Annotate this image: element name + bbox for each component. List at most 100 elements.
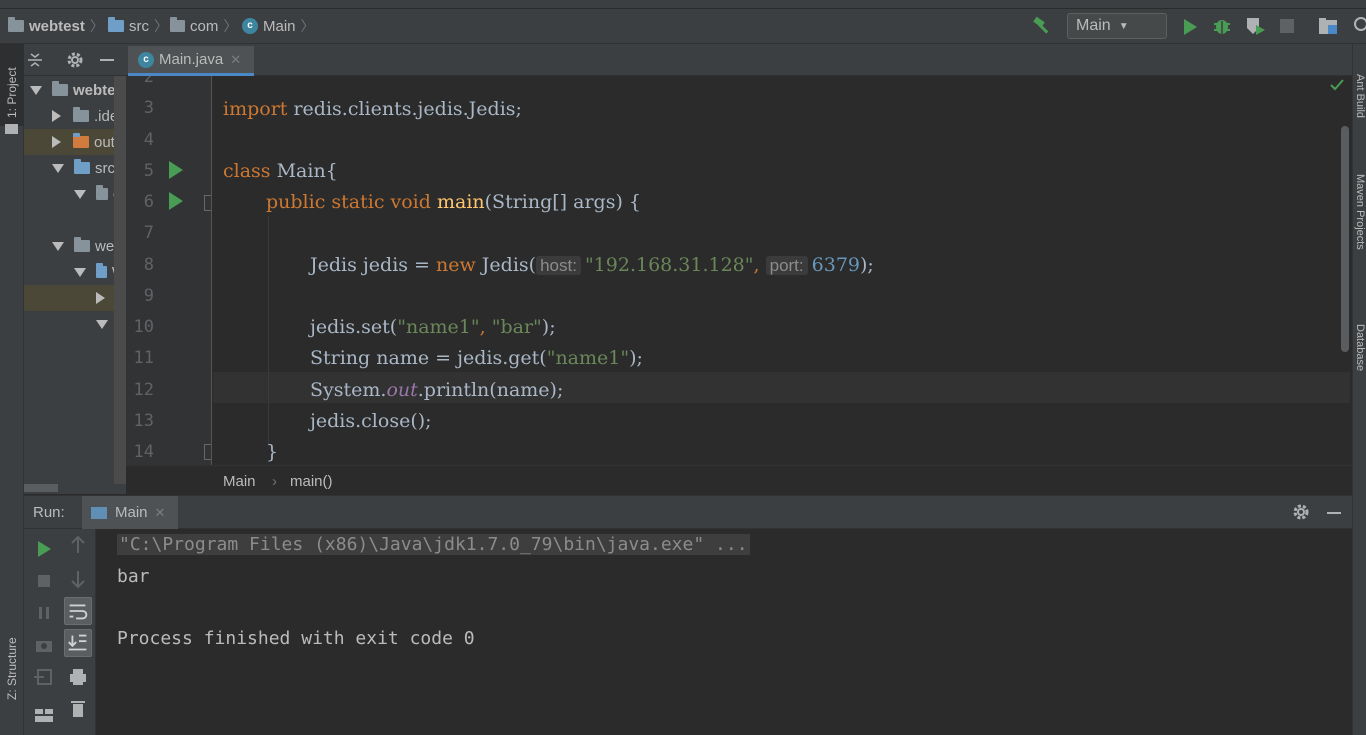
expand-arrow-icon [96, 319, 108, 329]
search-icon[interactable] [1352, 16, 1366, 36]
code-text: } [266, 441, 279, 463]
console-output-line: bar [117, 566, 150, 587]
tree-item-out[interactable]: out [24, 129, 126, 155]
module-folder-icon [52, 81, 68, 96]
rerun-icon[interactable] [30, 535, 58, 563]
chevron-right-icon: › [272, 473, 277, 490]
tree-item-collapsed[interactable] [24, 285, 126, 311]
arrow-up-icon[interactable] [64, 531, 92, 559]
expand-arrow-icon [52, 163, 64, 173]
run-gutter-icon[interactable] [169, 192, 183, 210]
tree-item-label: out [94, 133, 115, 151]
collapse-all-icon[interactable] [27, 52, 43, 68]
source-folder-icon [74, 159, 90, 174]
run-configuration-select[interactable]: Main ▼ [1067, 13, 1167, 39]
fold-marker-icon[interactable] [204, 444, 211, 460]
console-icon [91, 506, 107, 519]
database-tab[interactable]: Database [1354, 324, 1366, 371]
debug-icon[interactable] [1212, 16, 1232, 36]
code-line-8: Jedis jedis = new Jedis(host: "192.168.31… [310, 250, 874, 281]
gear-icon[interactable] [66, 51, 84, 69]
structure-tool-tab[interactable]: Z: Structure [0, 594, 24, 704]
breadcrumb-class[interactable]: Main [223, 473, 256, 490]
code-editor[interactable]: import redis.clients.jedis.Jedis; class … [213, 76, 1350, 465]
collapse-arrow-icon [52, 136, 61, 148]
arrow-down-icon[interactable] [64, 565, 92, 593]
project-tool-tab[interactable]: 1: Project [0, 44, 24, 134]
fold-marker-icon[interactable] [204, 195, 211, 211]
scroll-to-end-toggle[interactable] [64, 629, 92, 657]
build-hammer-icon[interactable] [1032, 16, 1052, 36]
soft-wrap-icon [69, 604, 88, 620]
tree-vertical-scrollbar[interactable] [114, 76, 126, 484]
tree-item-idea[interactable]: .ide [24, 103, 126, 129]
ant-build-tab[interactable]: Ant Build [1354, 74, 1366, 118]
run-panel-title: Run: [33, 504, 65, 521]
editor-scrollbar[interactable] [1341, 126, 1349, 352]
minimize-icon[interactable] [100, 59, 114, 61]
run-gutter-icon[interactable] [169, 161, 183, 179]
right-tool-stripe: Ant Build Maven Projects Database [1352, 44, 1366, 735]
breadcrumb-src[interactable]: src 〉 [108, 16, 168, 36]
tab-main-java[interactable]: c Main.java ✕ [128, 46, 254, 76]
soft-wrap-toggle[interactable] [64, 597, 92, 625]
print-icon[interactable] [64, 663, 92, 691]
package-icon [170, 17, 185, 32]
code-line-11: String name = jedis.get("name1"); [310, 343, 643, 374]
breadcrumb-label: src [129, 17, 149, 35]
import-icon[interactable] [30, 663, 58, 691]
class-icon: c [138, 51, 154, 68]
expand-arrow-icon [52, 241, 64, 251]
run-icon[interactable] [1182, 18, 1198, 36]
maven-projects-tab[interactable]: Maven Projects [1354, 174, 1366, 250]
excluded-folder-icon [73, 133, 89, 148]
folder-icon [73, 107, 89, 122]
tree-item[interactable] [24, 337, 126, 363]
tree-item-main-class[interactable] [24, 207, 126, 233]
pause-icon[interactable] [30, 599, 58, 627]
keyword: new [436, 254, 476, 276]
breadcrumb-method[interactable]: main() [290, 473, 333, 490]
tree-item[interactable] [24, 363, 126, 389]
camera-icon[interactable] [30, 631, 58, 659]
tree-item-web[interactable]: web [24, 233, 126, 259]
close-icon[interactable]: ✕ [230, 52, 241, 68]
breadcrumb-com[interactable]: com 〉 [170, 16, 237, 36]
gear-icon[interactable] [1292, 503, 1310, 521]
inspection-ok-icon[interactable] [1329, 78, 1345, 92]
breadcrumb-webtest[interactable]: webtest 〉 [8, 16, 104, 36]
console-output[interactable]: "C:\Program Files (x86)\Java\jdk1.7.0_79… [96, 529, 1352, 735]
run-panel-header: Run: Main ✕ [24, 495, 1352, 529]
tree-item-expanded[interactable] [24, 311, 126, 337]
trash-icon[interactable] [64, 695, 92, 723]
line-number: 11 [133, 348, 154, 368]
layout-icon[interactable] [30, 701, 58, 729]
run-tab-main[interactable]: Main ✕ [82, 496, 178, 529]
code-text: .println(name); [417, 379, 564, 401]
navigation-bar: webtest 〉 src 〉 com 〉 c Main 〉 Main ▼ [0, 0, 1366, 44]
tab-label: Main.java [159, 51, 224, 68]
line-number: 14 [133, 442, 154, 462]
stop-icon[interactable] [30, 567, 58, 595]
breadcrumb-main[interactable]: c Main 〉 [242, 16, 315, 36]
project-structure-icon[interactable] [1318, 16, 1340, 36]
tree-item-web-inf[interactable]: W [24, 259, 126, 285]
tree-item[interactable] [24, 389, 126, 415]
tree-horizontal-scrollbar[interactable] [24, 484, 58, 492]
tree-item-src[interactable]: src [24, 155, 126, 181]
editor-breadcrumb-bar: Main › main() [126, 465, 1352, 495]
project-header [24, 44, 126, 76]
chevron-right-icon: 〉 [154, 18, 168, 34]
code-text: (String[] args) { [484, 191, 641, 213]
code-line-12: System.out.println(name); [310, 375, 563, 406]
tree-item-webtest[interactable]: webtes [24, 77, 126, 103]
run-with-coverage-icon[interactable] [1244, 16, 1266, 36]
tree-item-com[interactable]: c [24, 181, 126, 207]
close-icon[interactable]: ✕ [155, 505, 166, 521]
stop-icon[interactable] [1280, 19, 1294, 33]
string-literal: "name1" [546, 347, 630, 369]
editor-gutter: 2 3 4 5 6 7 8 9 10 11 12 13 14 [126, 76, 212, 465]
minimize-icon[interactable] [1327, 512, 1341, 514]
code-line-13: jedis.close(); [310, 406, 432, 437]
structure-tool-tab-label: Z: Structure [5, 637, 19, 700]
